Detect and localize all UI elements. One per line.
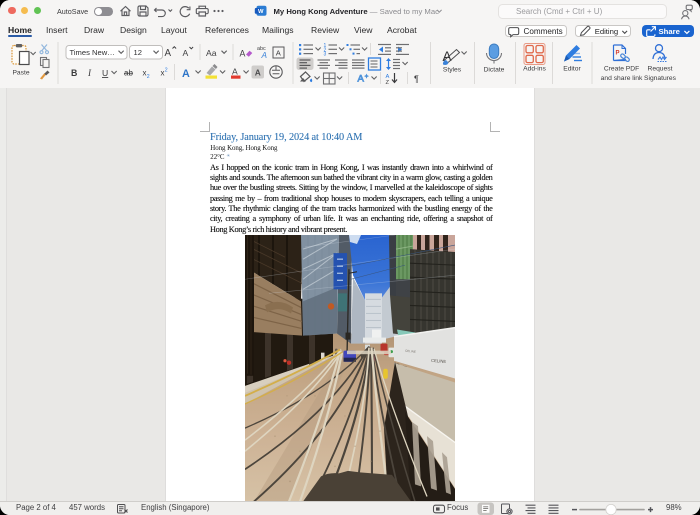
svg-text:Editor: Editor: [563, 66, 581, 73]
svg-text:A: A: [358, 74, 365, 85]
svg-text:Aa: Aa: [206, 48, 217, 58]
svg-text:A: A: [255, 67, 261, 77]
svg-text:3: 3: [324, 52, 327, 58]
svg-text:P: P: [616, 51, 620, 57]
svg-text:Z: Z: [386, 80, 390, 86]
svg-text:A: A: [261, 51, 268, 60]
svg-text:A: A: [165, 48, 172, 59]
svg-text:A: A: [276, 49, 282, 58]
svg-text:Styles: Styles: [443, 67, 462, 74]
svg-text:I: I: [87, 68, 92, 78]
svg-text:W: W: [258, 9, 264, 15]
svg-text:2: 2: [165, 67, 168, 73]
svg-text:B: B: [71, 68, 77, 78]
svg-text:U: U: [102, 68, 108, 78]
svg-text:A: A: [182, 68, 190, 80]
svg-text:A: A: [232, 66, 238, 76]
svg-text:Dictate: Dictate: [484, 67, 505, 74]
svg-text:Add-ins: Add-ins: [523, 66, 546, 73]
svg-text:and share link: and share link: [601, 75, 643, 82]
svg-text:Times New…: Times New…: [70, 48, 115, 57]
svg-text:¶: ¶: [414, 74, 419, 84]
svg-text:A: A: [240, 48, 246, 58]
svg-text:Paste: Paste: [12, 70, 29, 77]
svg-text:12: 12: [134, 48, 142, 57]
svg-text:ab: ab: [124, 69, 133, 78]
svg-text:Signatures: Signatures: [644, 75, 677, 82]
svg-text:Create PDF: Create PDF: [604, 66, 639, 73]
svg-text:2: 2: [147, 74, 150, 80]
svg-text:A: A: [183, 48, 189, 58]
svg-text:Request: Request: [648, 66, 673, 73]
